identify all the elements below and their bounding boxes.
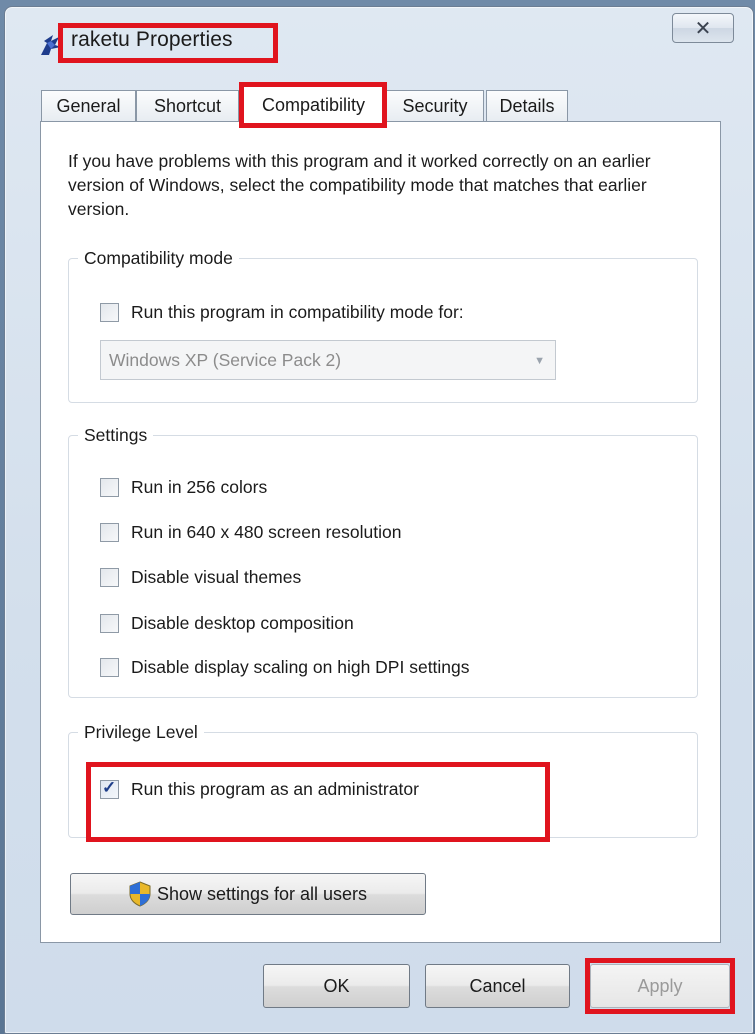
- setting-row-dpi-scaling[interactable]: Disable display scaling on high DPI sett…: [100, 657, 470, 678]
- setting-row-256-colors[interactable]: Run in 256 colors: [100, 477, 267, 498]
- apply-button[interactable]: Apply: [590, 964, 730, 1008]
- tab-general[interactable]: General: [41, 90, 136, 122]
- setting-checkbox-640x480[interactable]: [100, 523, 119, 542]
- apply-label: Apply: [637, 975, 683, 996]
- tab-details[interactable]: Details: [486, 90, 568, 122]
- compatibility-mode-title: Compatibility mode: [78, 248, 239, 269]
- setting-row-visual-themes[interactable]: Disable visual themes: [100, 567, 301, 588]
- tab-shortcut[interactable]: Shortcut: [136, 90, 239, 122]
- setting-checkbox-256-colors[interactable]: [100, 478, 119, 497]
- tab-shortcut-label: Shortcut: [153, 96, 222, 116]
- show-settings-label: Show settings for all users: [156, 883, 368, 904]
- checkmark-icon: ✓: [102, 778, 117, 797]
- os-version-select[interactable]: Windows XP (Service Pack 2) ▼: [100, 340, 556, 380]
- tab-security[interactable]: Security: [386, 90, 484, 122]
- show-settings-all-users-button[interactable]: Show settings for all users: [70, 873, 426, 915]
- run-as-admin-checkbox[interactable]: ✓: [100, 778, 119, 799]
- ok-button[interactable]: OK: [263, 964, 410, 1008]
- tab-general-label: General: [56, 96, 121, 116]
- cancel-button[interactable]: Cancel: [425, 964, 570, 1008]
- compatibility-mode-row[interactable]: Run this program in compatibility mode f…: [100, 302, 464, 323]
- window-title: raketu Properties: [71, 28, 233, 51]
- compatibility-mode-label: Run this program in compatibility mode f…: [131, 302, 464, 322]
- setting-checkbox-desktop-composition[interactable]: [100, 614, 119, 633]
- setting-label: Disable display scaling on high DPI sett…: [131, 657, 470, 677]
- raketu-app-icon: [39, 33, 63, 57]
- settings-title: Settings: [78, 425, 154, 446]
- compatibility-mode-checkbox[interactable]: [100, 303, 119, 322]
- chevron-down-icon: ▼: [534, 355, 545, 367]
- intro-text: If you have problems with this program a…: [68, 151, 651, 219]
- setting-label: Disable visual themes: [131, 567, 302, 587]
- setting-label: Run in 640 x 480 screen resolution: [131, 522, 402, 542]
- compatibility-mode-group: [68, 258, 698, 403]
- setting-row-640x480[interactable]: Run in 640 x 480 screen resolution: [100, 522, 401, 543]
- cancel-label: Cancel: [469, 975, 526, 996]
- privilege-level-title: Privilege Level: [78, 722, 204, 743]
- setting-checkbox-dpi-scaling[interactable]: [100, 658, 119, 677]
- uac-shield-icon: [129, 881, 151, 907]
- os-version-value: Windows XP (Service Pack 2): [109, 349, 342, 370]
- tab-compatibility[interactable]: Compatibility: [243, 86, 384, 124]
- setting-checkbox-visual-themes[interactable]: [100, 568, 119, 587]
- title-bar: raketu Properties ✕: [5, 7, 753, 67]
- setting-label: Disable desktop composition: [131, 613, 354, 633]
- tab-compatibility-label: Compatibility: [261, 95, 366, 115]
- setting-row-desktop-composition[interactable]: Disable desktop composition: [100, 613, 354, 634]
- run-as-admin-label: Run this program as an administrator: [131, 779, 419, 799]
- tab-details-label: Details: [499, 96, 555, 116]
- close-button[interactable]: ✕: [672, 13, 734, 43]
- ok-label: OK: [323, 975, 350, 996]
- tab-security-label: Security: [402, 96, 468, 116]
- setting-label: Run in 256 colors: [131, 477, 268, 497]
- close-icon: ✕: [694, 17, 712, 40]
- run-as-admin-row[interactable]: ✓ Run this program as an administrator: [100, 778, 419, 800]
